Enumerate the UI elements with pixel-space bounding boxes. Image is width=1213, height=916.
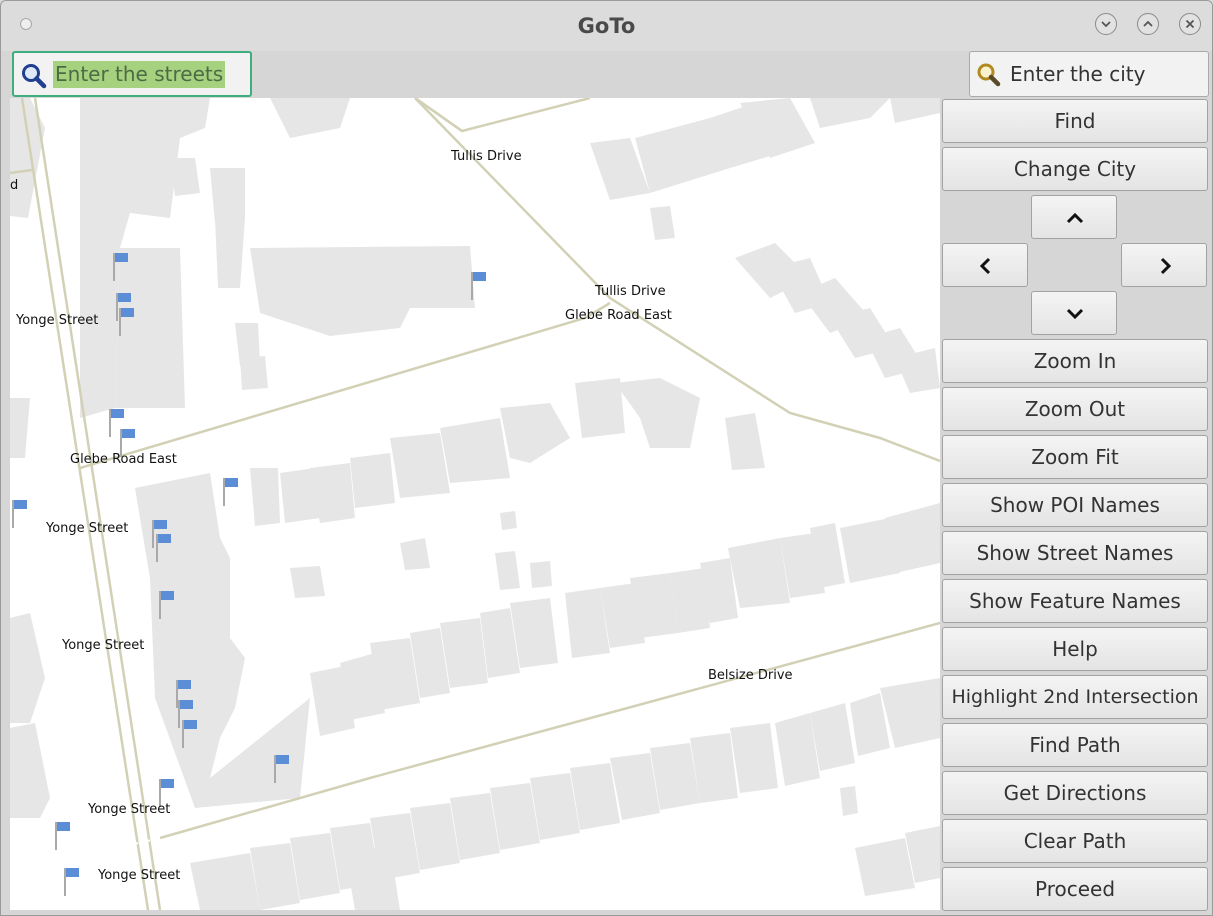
- building-footprints: [10, 98, 940, 910]
- zoom-out-button[interactable]: Zoom Out: [942, 387, 1208, 431]
- city-search-input[interactable]: Enter the city: [969, 51, 1209, 97]
- city-search-placeholder: Enter the city: [1010, 62, 1146, 86]
- minimize-button[interactable]: [1095, 13, 1117, 35]
- street-search-placeholder: Enter the streets: [53, 61, 226, 88]
- map-canvas[interactable]: d Tullis Drive Tullis Drive Glebe Road E…: [10, 98, 940, 910]
- street-label-yonge-street: Yonge Street: [61, 638, 144, 653]
- street-label-yonge-street: Yonge Street: [15, 313, 98, 328]
- street-label-yonge-street: Yonge Street: [45, 521, 128, 536]
- chevron-right-icon: [1160, 257, 1172, 275]
- clear-path-button[interactable]: Clear Path: [942, 819, 1208, 863]
- search-icon: [976, 62, 1002, 92]
- zoom-fit-button[interactable]: Zoom Fit: [942, 435, 1208, 479]
- show-poi-names-button[interactable]: Show POI Names: [942, 483, 1208, 527]
- close-button[interactable]: [1179, 13, 1201, 35]
- street-label-tullis-drive: Tullis Drive: [450, 149, 522, 164]
- title-bar: GoTo: [1, 1, 1212, 51]
- zoom-in-button[interactable]: Zoom In: [942, 339, 1208, 383]
- pan-left-button[interactable]: [942, 243, 1028, 287]
- street-label-glebe-road-east: Glebe Road East: [70, 452, 177, 467]
- pan-down-button[interactable]: [1031, 291, 1117, 335]
- get-directions-button[interactable]: Get Directions: [942, 771, 1208, 815]
- chevron-left-icon: [979, 257, 991, 275]
- window-title: GoTo: [577, 14, 636, 38]
- maximize-button[interactable]: [1137, 13, 1159, 35]
- help-button[interactable]: Help: [942, 627, 1208, 671]
- maximize-icon: [1143, 20, 1153, 27]
- search-icon: [20, 62, 48, 94]
- street-label-belsize-drive: Belsize Drive: [708, 668, 793, 683]
- show-feature-names-button[interactable]: Show Feature Names: [942, 579, 1208, 623]
- map-drawing: d Tullis Drive Tullis Drive Glebe Road E…: [10, 98, 940, 910]
- show-street-names-button[interactable]: Show Street Names: [942, 531, 1208, 575]
- highlight-2nd-intersection-button[interactable]: Highlight 2nd Intersection: [942, 675, 1208, 719]
- street-label-yonge-street: Yonge Street: [97, 868, 180, 883]
- find-button[interactable]: Find: [942, 99, 1208, 143]
- pan-up-button[interactable]: [1031, 195, 1117, 239]
- change-city-button[interactable]: Change City: [942, 147, 1208, 191]
- street-label-glebe-road-east: Glebe Road East: [565, 308, 672, 323]
- close-icon: [1185, 19, 1195, 29]
- street-label-yonge-street: Yonge Street: [87, 802, 170, 817]
- pan-right-button[interactable]: [1121, 243, 1207, 287]
- street-search-input[interactable]: Enter the streets: [12, 51, 252, 97]
- minimize-icon: [1101, 21, 1111, 28]
- street-label-tullis-drive: Tullis Drive: [594, 284, 666, 299]
- find-path-button[interactable]: Find Path: [942, 723, 1208, 767]
- street-label-partial: d: [10, 178, 18, 193]
- proceed-button[interactable]: Proceed: [942, 867, 1208, 911]
- chevron-down-icon: [1066, 308, 1084, 320]
- chevron-up-icon: [1066, 212, 1084, 224]
- app-window: GoTo Enter the streets Enter the city d …: [0, 0, 1213, 916]
